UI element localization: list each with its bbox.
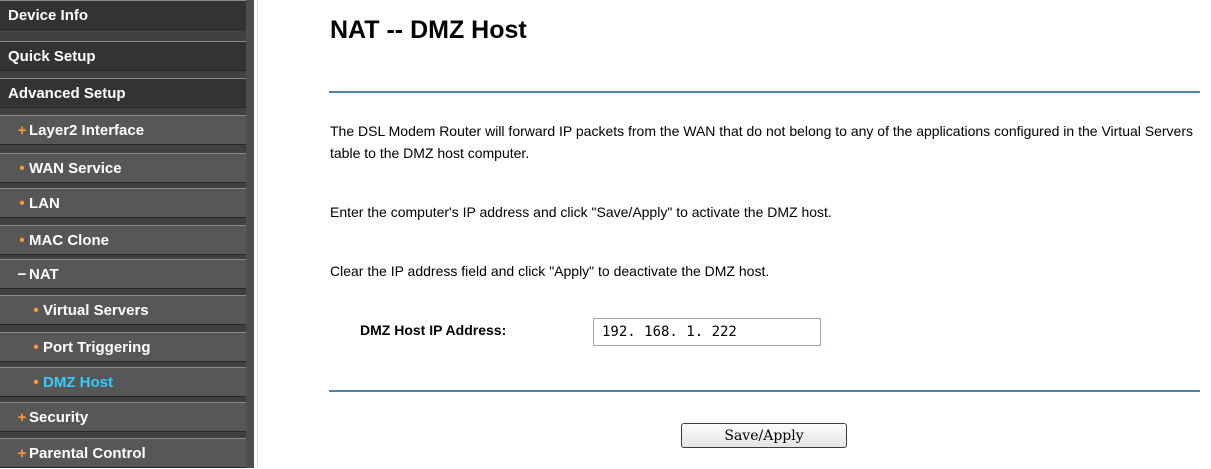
activate-instruction: Enter the computer's IP address and clic… (330, 204, 832, 220)
dmz-host-ip-input[interactable] (593, 318, 821, 346)
sidebar-item-quick-setup[interactable]: Quick Setup (0, 41, 246, 71)
sidebar-item-wan-service[interactable]: • WAN Service (0, 153, 246, 183)
expand-plus-icon: + (17, 122, 27, 139)
bottom-divider (329, 390, 1200, 392)
expand-plus-icon: + (17, 445, 27, 462)
sidebar-item-label: MAC Clone (29, 232, 109, 249)
sidebar-item-label: Port Triggering (43, 339, 151, 356)
bullet-icon: • (33, 374, 39, 391)
sidebar-item-mac-clone[interactable]: • MAC Clone (0, 225, 246, 255)
sidebar-item-label: LAN (29, 195, 60, 212)
sidebar-item-nat[interactable]: − NAT (0, 259, 246, 289)
bullet-icon: • (33, 302, 39, 319)
sidebar-item-layer2-interface[interactable]: + Layer2 Interface (0, 115, 246, 145)
sidebar-item-parental-control[interactable]: + Parental Control (0, 438, 246, 468)
bullet-icon: • (33, 339, 39, 356)
expand-plus-icon: + (17, 409, 27, 426)
sidebar-item-dmz-host[interactable]: • DMZ Host (0, 367, 246, 397)
sidebar: Device Info Quick Setup Advanced Setup +… (0, 0, 246, 468)
deactivate-instruction: Clear the IP address field and click "Ap… (330, 263, 770, 279)
sidebar-item-advanced-setup[interactable]: Advanced Setup (0, 78, 246, 108)
sidebar-item-device-info[interactable]: Device Info (0, 0, 246, 30)
sidebar-separator (246, 0, 254, 468)
sidebar-item-label: Quick Setup (8, 48, 96, 65)
sidebar-item-label: DMZ Host (43, 374, 113, 391)
sidebar-item-port-triggering[interactable]: • Port Triggering (0, 332, 246, 362)
sidebar-item-security[interactable]: + Security (0, 402, 246, 432)
sidebar-item-label: Device Info (8, 7, 89, 24)
dmz-host-ip-label: DMZ Host IP Address: (360, 322, 507, 338)
bullet-icon: • (19, 195, 25, 212)
sidebar-item-label: Security (29, 409, 89, 426)
sidebar-item-label: NAT (29, 266, 59, 283)
sidebar-item-label: Parental Control (29, 445, 146, 462)
sidebar-item-label: Layer2 Interface (29, 122, 145, 139)
sidebar-item-label: Virtual Servers (43, 302, 149, 319)
main-content: NAT -- DMZ Host The DSL Modem Router wil… (258, 0, 1211, 468)
description-text: The DSL Modem Router will forward IP pac… (330, 123, 1193, 161)
bullet-icon: • (19, 232, 25, 249)
save-apply-button[interactable]: Save/Apply (681, 423, 847, 448)
sidebar-item-lan[interactable]: • LAN (0, 188, 246, 218)
page-title: NAT -- DMZ Host (330, 16, 527, 44)
sidebar-item-label: WAN Service (29, 160, 122, 177)
top-divider (329, 91, 1200, 93)
sidebar-item-label: Advanced Setup (8, 85, 126, 102)
bullet-icon: • (19, 160, 25, 177)
sidebar-item-virtual-servers[interactable]: • Virtual Servers (0, 295, 246, 325)
collapse-minus-icon: − (17, 266, 27, 283)
